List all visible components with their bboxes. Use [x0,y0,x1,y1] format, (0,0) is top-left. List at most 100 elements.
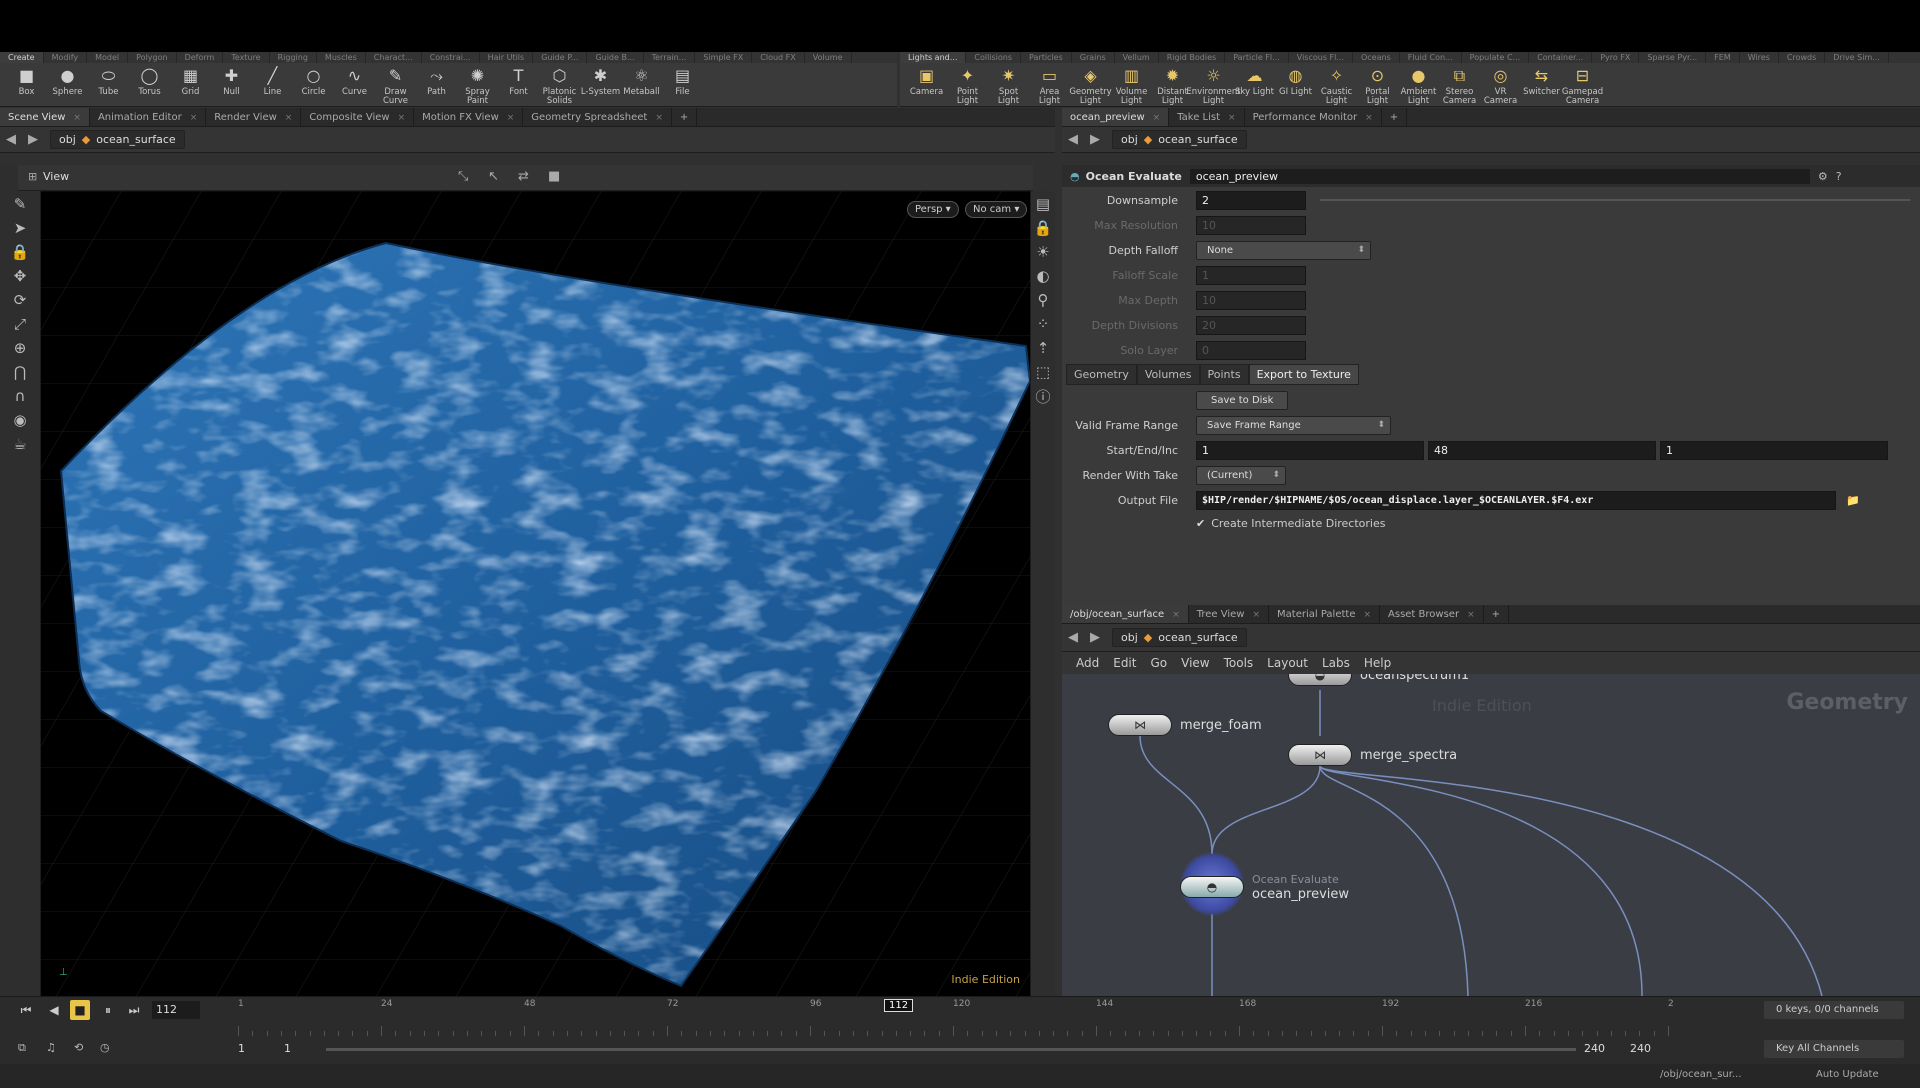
shelf-tool[interactable]: ✧ Caustic Light [1316,63,1357,106]
shelf-tool[interactable]: ⊙ Portal Light [1357,63,1398,106]
audio-icon[interactable]: ♫ [46,1041,56,1054]
shelf-tab[interactable]: Terrain... [644,52,696,63]
falloffscale-field[interactable]: 1 [1196,265,1306,285]
shelf-tool[interactable]: ∿ Curve [334,63,375,97]
shelf-tab[interactable]: Drive Sim... [1825,52,1889,63]
add-tab-icon[interactable]: + [672,108,698,126]
display-icon[interactable]: ■ [548,169,560,184]
network-menu-item[interactable]: Help [1364,656,1391,670]
forward-arrow-icon[interactable]: ▶ [1084,630,1106,645]
shelf-tab[interactable]: Guide B... [587,52,644,63]
persp-menu[interactable]: Persp ▾ [907,201,959,218]
pane-tab[interactable]: Tree View × [1189,605,1270,623]
step-back-icon[interactable]: ◀ [44,1000,64,1020]
shelf-tab[interactable]: Oceans [1353,52,1400,63]
pane-tab[interactable]: Render View × [206,108,302,126]
pane-tab[interactable]: Motion FX View × [414,108,524,126]
network-editor[interactable]: Geometry Indie Edition ◒ oceanspectrum1 … [1062,674,1920,996]
param-tab[interactable]: Export to Texture [1248,364,1359,385]
shelf-tool[interactable]: ✱ L-System [580,63,621,97]
close-icon[interactable]: × [398,113,406,123]
shelf-tab[interactable]: Particles [1021,52,1072,63]
shelf-tool[interactable]: ◎ VR Camera [1480,63,1521,106]
node-name-field[interactable]: ocean_preview [1189,168,1810,184]
close-icon[interactable]: × [285,113,293,123]
shelf-tool[interactable]: ⧉ Stereo Camera [1439,63,1480,106]
network-menu-item[interactable]: View [1181,656,1209,670]
shelf-tool[interactable]: ▥ Volume Light [1111,63,1152,106]
depthdiv-field[interactable]: 20 [1196,315,1306,335]
realtime-icon[interactable]: ⧉ [18,1041,26,1055]
shelf-tool[interactable]: ⤳ Path [416,63,457,97]
shelf-tab[interactable]: Muscles [317,52,366,63]
cursor-icon[interactable]: ↖ [488,169,499,184]
network-menu-item[interactable]: Go [1150,656,1167,670]
rotate-icon[interactable]: ⟳ [8,289,32,311]
network-menu-item[interactable]: Labs [1322,656,1350,670]
scale-icon[interactable]: ⤢ [8,313,32,335]
close-icon[interactable]: × [1467,610,1475,620]
pane-tab[interactable]: Geometry Spreadsheet × [523,108,672,126]
shelf-tool[interactable]: ⇆ Switcher [1521,63,1562,97]
close-icon[interactable]: × [1252,610,1260,620]
shelf-tab[interactable]: Cloud FX [752,52,805,63]
shelf-tool[interactable]: ● Sphere [47,63,88,97]
shelf-tool[interactable]: ⊟ Gamepad Camera [1562,63,1603,106]
close-icon[interactable]: × [1363,610,1371,620]
back-arrow-icon[interactable]: ◀ [1062,630,1084,645]
close-icon[interactable]: × [1153,113,1161,123]
shelf-tool[interactable]: ⚛ Metaball [621,63,662,97]
snap-icon[interactable]: ⋂ [8,361,32,383]
maxres-field[interactable]: 10 [1196,215,1306,235]
pane-tab[interactable]: ocean_preview × [1062,108,1170,126]
save-to-disk-button[interactable]: Save to Disk [1196,390,1289,410]
pin-icon[interactable]: ⚲ [1031,289,1055,311]
cycle-icon[interactable]: ⇄ [518,169,529,184]
shelf-tab[interactable]: Pyro FX [1592,52,1640,63]
select-icon[interactable]: ➤ [8,217,32,239]
loop-icon[interactable]: ⟲ [74,1041,83,1054]
light-icon[interactable]: ☀ [1031,241,1055,263]
shelf-tab[interactable]: Modify [44,52,88,63]
shelf-tab[interactable]: Guide P... [533,52,588,63]
range-slider[interactable] [326,1048,1576,1051]
node-oceanspectrum[interactable]: ◒ oceanspectrum1 [1288,674,1469,686]
normals-icon[interactable]: ⇡ [1031,337,1055,359]
shelf-tool[interactable]: ⬡ Platonic Solids [539,63,580,106]
node-merge-foam[interactable]: ⋈ merge_foam [1108,714,1262,736]
render-icon[interactable]: ☕ [8,433,32,455]
shelf-tab[interactable]: Populate C... [1462,52,1530,63]
status-path[interactable]: /obj/ocean_sur... [1660,1069,1742,1080]
lock-camera-icon[interactable]: 🔒 [1031,217,1055,239]
param-tab[interactable]: Geometry [1066,364,1137,385]
shelf-tool[interactable]: ✎ Draw Curve [375,63,416,106]
close-icon[interactable]: × [507,113,515,123]
node-ocean-evaluate[interactable]: ◓ Ocean Evaluate ocean_preview [1180,872,1349,902]
close-icon[interactable]: × [190,113,198,123]
shelf-tab[interactable]: Crowds [1779,52,1826,63]
back-arrow-icon[interactable]: ◀ [1062,132,1084,147]
shelf-tab[interactable]: Simple FX [695,52,753,63]
framerange-menu[interactable]: Save Frame Range [1196,415,1391,435]
clock-icon[interactable]: ◷ [100,1041,110,1054]
close-icon[interactable]: × [73,113,81,123]
shelf-tab[interactable]: Lights and... [900,52,967,63]
shelf-tab[interactable]: Create [0,52,44,63]
shelf-tab[interactable]: Viscous Fl... [1289,52,1353,63]
downsample-slider[interactable] [1320,199,1910,201]
shelf-tool[interactable]: ▭ Area Light [1029,63,1070,106]
pane-tab[interactable]: /obj/ocean_surface × [1062,605,1189,623]
shelf-tool[interactable]: ✺ Spray Paint [457,63,498,106]
pane-tab[interactable]: Scene View × [0,108,90,126]
range-end[interactable]: 240 [1584,1042,1605,1055]
shelf-tool[interactable]: ○ Circle [293,63,334,97]
playhead-marker[interactable]: 112 [884,999,914,1012]
shelf-tool[interactable]: ✦ Point Light [947,63,988,106]
take-menu[interactable]: (Current) [1196,465,1286,485]
current-frame-field[interactable]: 112 [152,1001,200,1019]
jump-start-icon[interactable]: ⏮ [16,1000,36,1020]
param-tab[interactable]: Volumes [1136,364,1200,385]
forward-arrow-icon[interactable]: ▶ [1084,132,1106,147]
downsample-field[interactable]: 2 [1196,190,1306,210]
close-icon[interactable]: × [655,113,663,123]
